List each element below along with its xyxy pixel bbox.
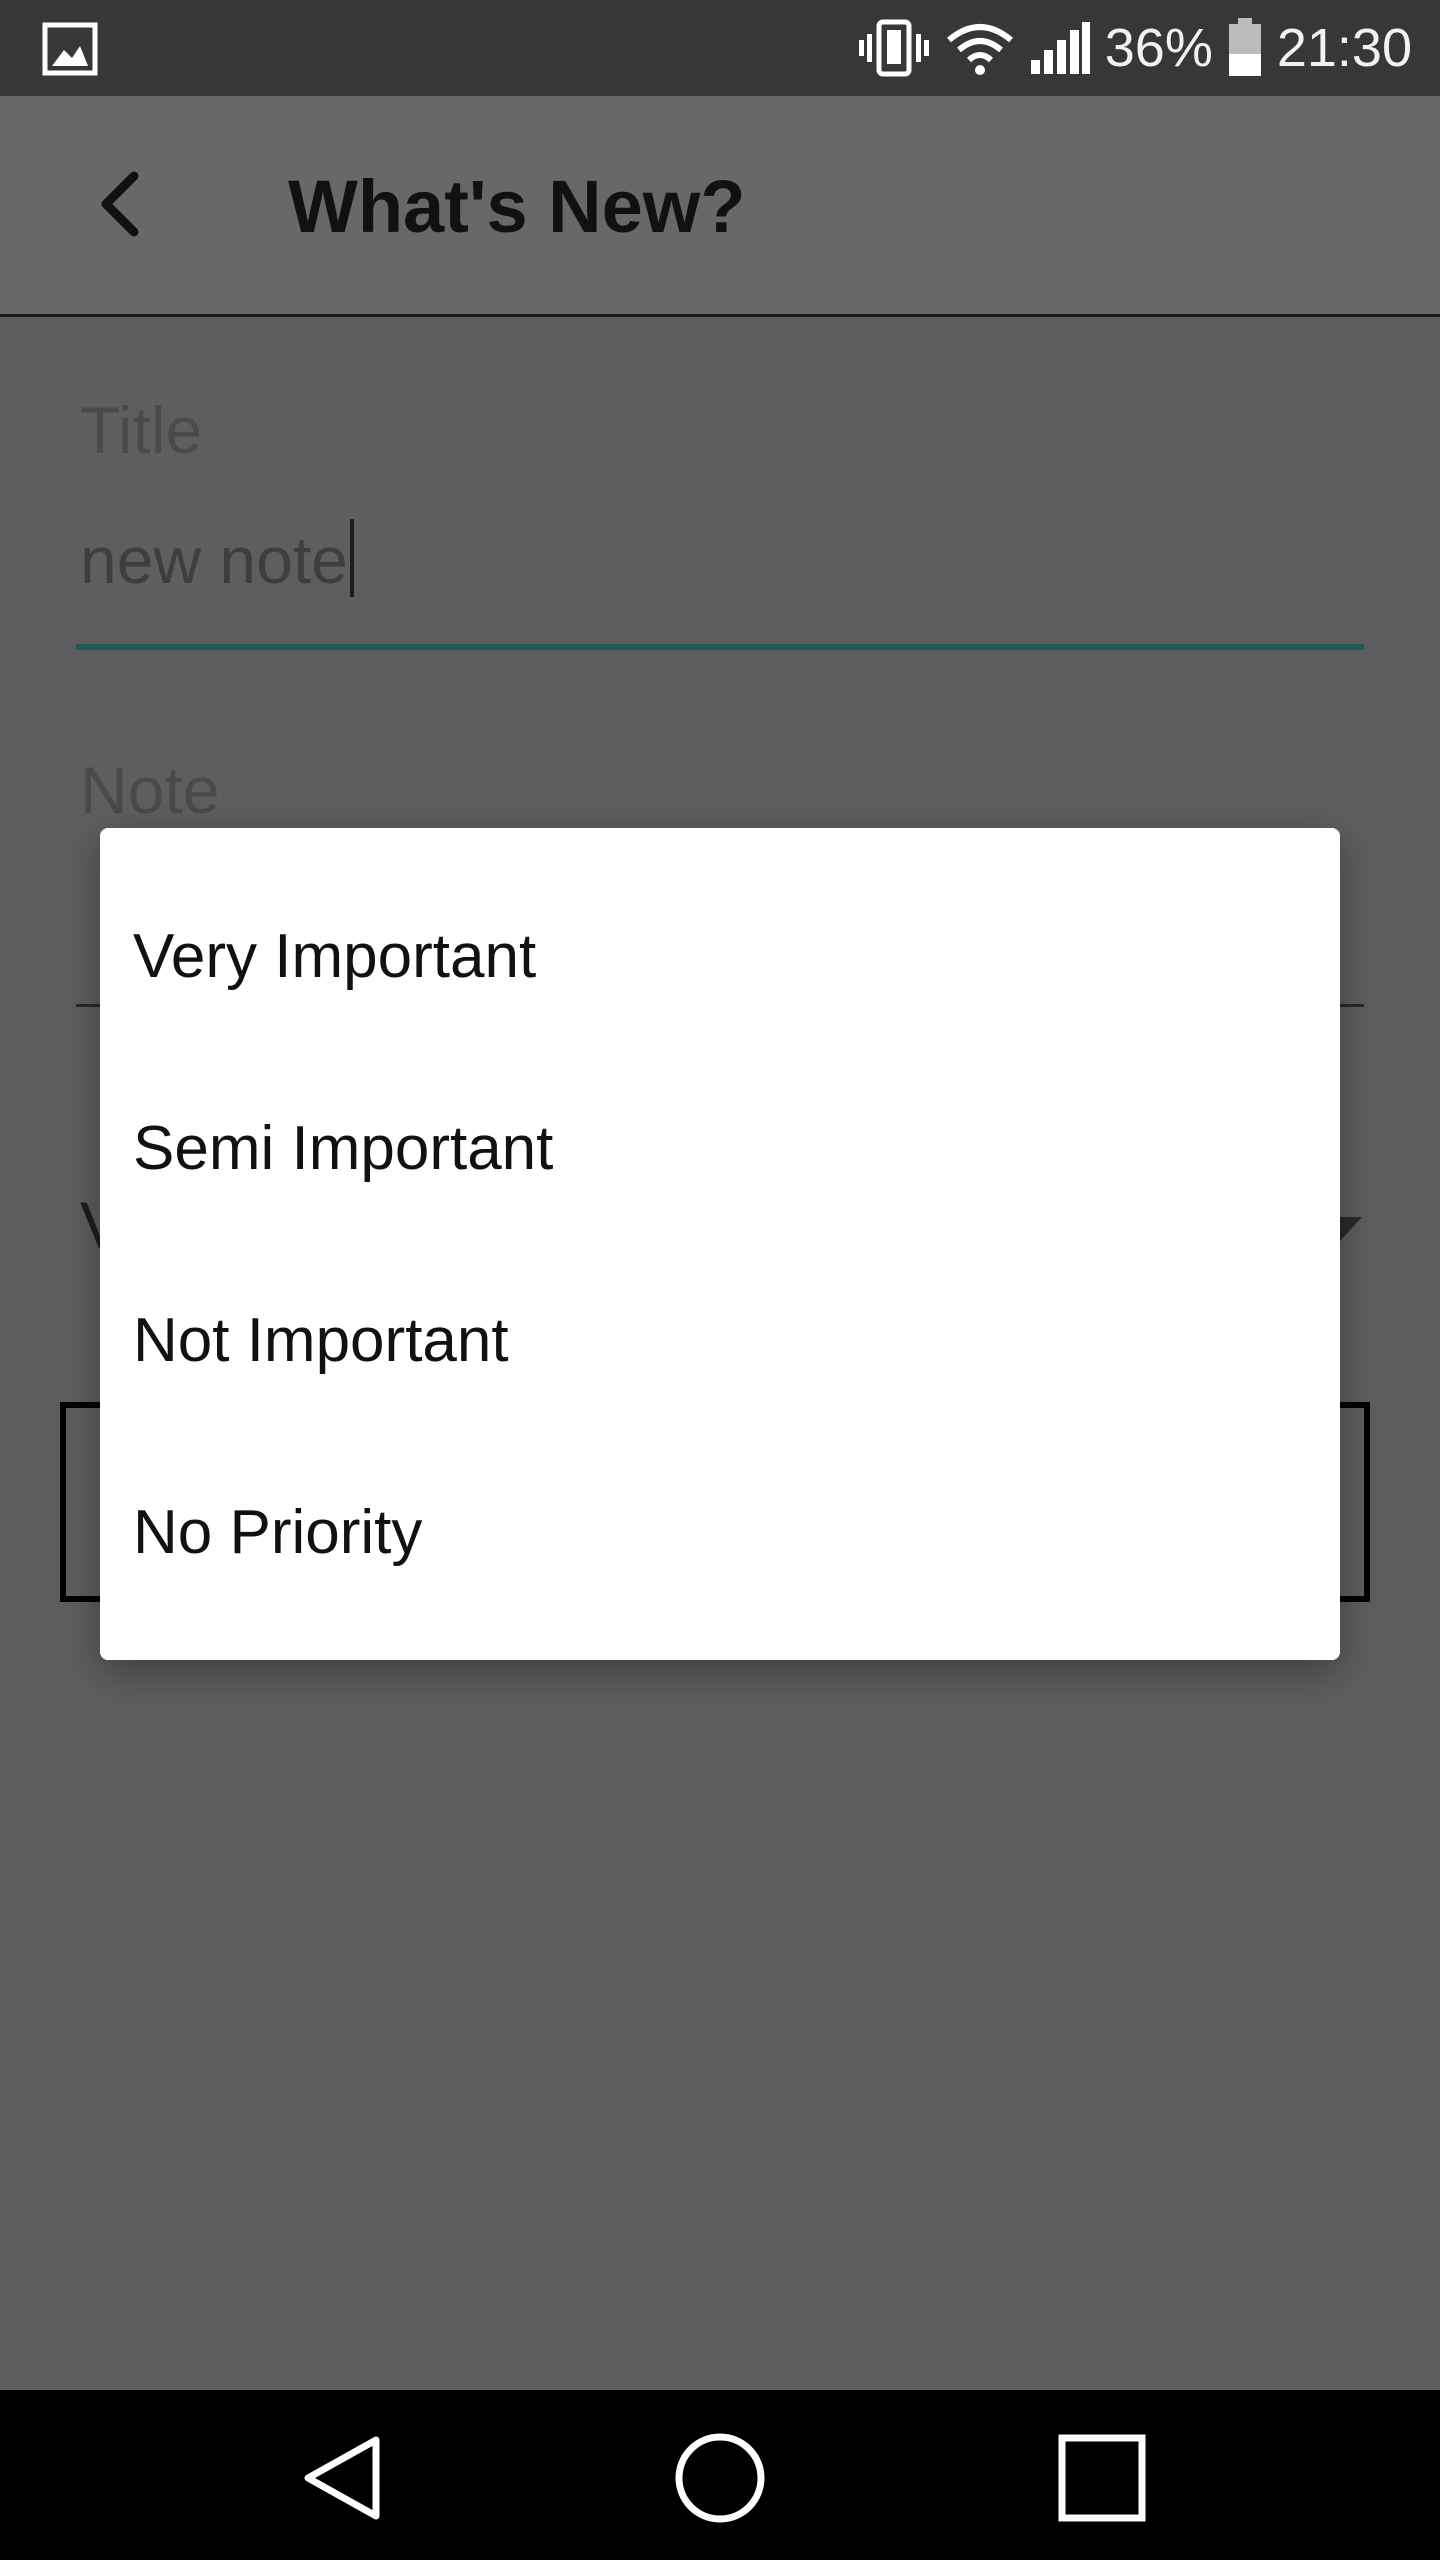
title-field[interactable]: new note [80,519,354,598]
battery-percent: 36% [1104,18,1213,78]
title-field-underline [76,644,1364,650]
gallery-notification-icon [42,22,98,81]
title-field-label: Title [80,393,203,467]
vibrate-icon [857,18,931,78]
status-bar: 36% 21:30 [0,0,1440,96]
priority-popup-menu: Very Important Semi Important Not Import… [100,828,1340,1660]
page-title: What's New? [288,165,746,248]
app-bar: What's New? [0,96,1440,317]
recents-square-icon[interactable] [1052,2428,1152,2528]
title-field-value: new note [80,523,348,597]
wifi-icon [945,20,1015,76]
priority-option-not-important[interactable]: Not Important [100,1244,1340,1436]
clock: 21:30 [1276,18,1412,78]
home-circle-icon[interactable] [670,2428,770,2528]
priority-option-very-important[interactable]: Very Important [100,860,1340,1052]
priority-option-semi-important[interactable]: Semi Important [100,1052,1340,1244]
note-field-label[interactable]: Note [80,752,219,828]
priority-option-no-priority[interactable]: No Priority [100,1436,1340,1628]
battery-icon [1227,18,1263,78]
navigation-bar [0,2390,1440,2560]
back-triangle-icon[interactable] [292,2428,392,2528]
text-cursor [349,519,354,597]
chevron-left-icon[interactable] [88,166,158,242]
signal-icon [1029,20,1091,76]
